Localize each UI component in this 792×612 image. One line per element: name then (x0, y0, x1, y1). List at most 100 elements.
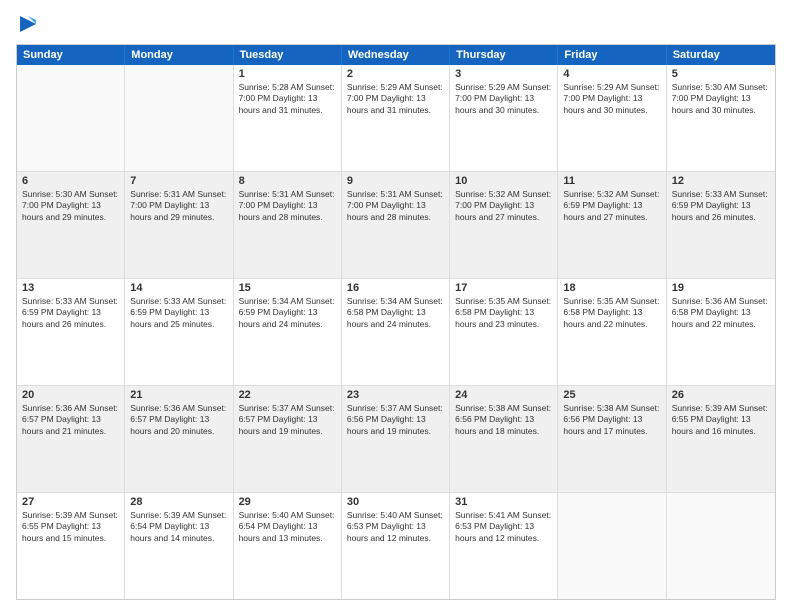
day-info: Sunrise: 5:36 AM Sunset: 6:58 PM Dayligh… (672, 296, 770, 330)
day-number: 25 (563, 389, 660, 401)
day-cell-7: 7 Sunrise: 5:31 AM Sunset: 7:00 PM Daylig… (125, 172, 233, 278)
day-cell-23: 23Sunrise: 5:37 AM Sunset: 6:56 PM Dayli… (342, 386, 450, 492)
day-info: Sunrise: 5:36 AM Sunset: 6:57 PM Dayligh… (130, 403, 227, 437)
day-info: Sunrise: 5:29 AM Sunset: 7:00 PM Dayligh… (563, 82, 660, 116)
day-number: 12 (672, 175, 770, 187)
day-number: 31 (455, 496, 552, 508)
day-info: Sunrise: 5:32 AM Sunset: 7:00 PM Dayligh… (455, 189, 552, 223)
day-info: Sunrise: 5:37 AM Sunset: 6:56 PM Dayligh… (347, 403, 444, 437)
day-info: Sunrise: 5:39 AM Sunset: 6:54 PM Dayligh… (130, 510, 227, 544)
header-day-sunday: Sunday (17, 45, 125, 65)
day-info: Sunrise: 5:31 AM Sunset: 7:00 PM Dayligh… (130, 189, 227, 223)
header-day-thursday: Thursday (450, 45, 558, 65)
day-number: 14 (130, 282, 227, 294)
day-info: Sunrise: 5:33 AM Sunset: 6:59 PM Dayligh… (130, 296, 227, 330)
day-info: Sunrise: 5:31 AM Sunset: 7:00 PM Dayligh… (239, 189, 336, 223)
day-info: Sunrise: 5:35 AM Sunset: 6:58 PM Dayligh… (455, 296, 552, 330)
day-cell-21: 21 Sunrise: 5:36 AM Sunset: 6:57 PM Dayli… (125, 386, 233, 492)
day-number: 3 (455, 68, 552, 80)
day-info: Sunrise: 5:35 AM Sunset: 6:58 PM Dayligh… (563, 296, 660, 330)
logo (16, 12, 38, 36)
day-info: Sunrise: 5:38 AM Sunset: 6:56 PM Dayligh… (563, 403, 660, 437)
day-number: 13 (22, 282, 119, 294)
day-number: 20 (22, 389, 119, 401)
empty-cell (125, 65, 233, 171)
day-info: Sunrise: 5:34 AM Sunset: 6:58 PM Dayligh… (347, 296, 444, 330)
calendar-row-3: 20 Sunrise: 5:36 AM Sunset: 6:57 PM Dayli… (17, 385, 775, 492)
day-cell-1: 1 Sunrise: 5:28 AM Sunset: 7:00 PM Daylig… (234, 65, 342, 171)
calendar-row-1: 6 Sunrise: 5:30 AM Sunset: 7:00 PM Daylig… (17, 171, 775, 278)
day-number: 21 (130, 389, 227, 401)
day-cell-30: 30 Sunrise: 5:40 AM Sunset: 6:53 PM Dayli… (342, 493, 450, 599)
day-info: Sunrise: 5:38 AM Sunset: 6:56 PM Dayligh… (455, 403, 552, 437)
day-cell-4: 4 Sunrise: 5:29 AM Sunset: 7:00 PM Daylig… (558, 65, 666, 171)
day-info: Sunrise: 5:28 AM Sunset: 7:00 PM Dayligh… (239, 82, 336, 116)
day-number: 17 (455, 282, 552, 294)
day-cell-11: 11 Sunrise: 5:32 AM Sunset: 6:59 PM Dayli… (558, 172, 666, 278)
day-cell-2: 2Sunrise: 5:29 AM Sunset: 7:00 PM Daylig… (342, 65, 450, 171)
day-info: Sunrise: 5:34 AM Sunset: 6:59 PM Dayligh… (239, 296, 336, 330)
day-cell-16: 16 Sunrise: 5:34 AM Sunset: 6:58 PM Dayli… (342, 279, 450, 385)
calendar-row-4: 27Sunrise: 5:39 AM Sunset: 6:55 PM Dayli… (17, 492, 775, 599)
day-cell-25: 25 Sunrise: 5:38 AM Sunset: 6:56 PM Dayli… (558, 386, 666, 492)
day-cell-17: 17 Sunrise: 5:35 AM Sunset: 6:58 PM Dayli… (450, 279, 558, 385)
day-cell-18: 18 Sunrise: 5:35 AM Sunset: 6:58 PM Dayli… (558, 279, 666, 385)
day-number: 19 (672, 282, 770, 294)
header-day-tuesday: Tuesday (234, 45, 342, 65)
day-number: 1 (239, 68, 336, 80)
day-cell-3: 3 Sunrise: 5:29 AM Sunset: 7:00 PM Daylig… (450, 65, 558, 171)
day-number: 2 (347, 68, 444, 80)
day-number: 7 (130, 175, 227, 187)
day-cell-20: 20 Sunrise: 5:36 AM Sunset: 6:57 PM Dayli… (17, 386, 125, 492)
day-number: 22 (239, 389, 336, 401)
calendar-body: 1 Sunrise: 5:28 AM Sunset: 7:00 PM Daylig… (17, 65, 775, 599)
header-day-monday: Monday (125, 45, 233, 65)
day-info: Sunrise: 5:40 AM Sunset: 6:54 PM Dayligh… (239, 510, 336, 544)
day-cell-8: 8 Sunrise: 5:31 AM Sunset: 7:00 PM Daylig… (234, 172, 342, 278)
logo-icon (18, 12, 38, 36)
day-number: 8 (239, 175, 336, 187)
day-number: 9 (347, 175, 444, 187)
empty-cell (667, 493, 775, 599)
day-number: 29 (239, 496, 336, 508)
day-info: Sunrise: 5:33 AM Sunset: 6:59 PM Dayligh… (22, 296, 119, 330)
day-number: 4 (563, 68, 660, 80)
header (16, 12, 776, 36)
day-number: 5 (672, 68, 770, 80)
day-number: 15 (239, 282, 336, 294)
day-cell-27: 27Sunrise: 5:39 AM Sunset: 6:55 PM Dayli… (17, 493, 125, 599)
day-info: Sunrise: 5:32 AM Sunset: 6:59 PM Dayligh… (563, 189, 660, 223)
day-info: Sunrise: 5:36 AM Sunset: 6:57 PM Dayligh… (22, 403, 119, 437)
page: SundayMondayTuesdayWednesdayThursdayFrid… (0, 0, 792, 612)
day-cell-22: 22Sunrise: 5:37 AM Sunset: 6:57 PM Dayli… (234, 386, 342, 492)
day-info: Sunrise: 5:30 AM Sunset: 7:00 PM Dayligh… (22, 189, 119, 223)
day-info: Sunrise: 5:31 AM Sunset: 7:00 PM Dayligh… (347, 189, 444, 223)
day-cell-6: 6 Sunrise: 5:30 AM Sunset: 7:00 PM Daylig… (17, 172, 125, 278)
day-cell-14: 14 Sunrise: 5:33 AM Sunset: 6:59 PM Dayli… (125, 279, 233, 385)
day-info: Sunrise: 5:29 AM Sunset: 7:00 PM Dayligh… (455, 82, 552, 116)
day-number: 30 (347, 496, 444, 508)
day-info: Sunrise: 5:33 AM Sunset: 6:59 PM Dayligh… (672, 189, 770, 223)
day-cell-29: 29 Sunrise: 5:40 AM Sunset: 6:54 PM Dayli… (234, 493, 342, 599)
day-cell-24: 24Sunrise: 5:38 AM Sunset: 6:56 PM Dayli… (450, 386, 558, 492)
day-info: Sunrise: 5:40 AM Sunset: 6:53 PM Dayligh… (347, 510, 444, 544)
day-cell-26: 26Sunrise: 5:39 AM Sunset: 6:55 PM Dayli… (667, 386, 775, 492)
calendar: SundayMondayTuesdayWednesdayThursdayFrid… (16, 44, 776, 600)
header-day-friday: Friday (558, 45, 666, 65)
day-number: 18 (563, 282, 660, 294)
day-number: 6 (22, 175, 119, 187)
day-cell-13: 13 Sunrise: 5:33 AM Sunset: 6:59 PM Dayli… (17, 279, 125, 385)
day-number: 27 (22, 496, 119, 508)
day-cell-12: 12 Sunrise: 5:33 AM Sunset: 6:59 PM Dayli… (667, 172, 775, 278)
day-info: Sunrise: 5:39 AM Sunset: 6:55 PM Dayligh… (672, 403, 770, 437)
day-cell-15: 15 Sunrise: 5:34 AM Sunset: 6:59 PM Dayli… (234, 279, 342, 385)
calendar-row-0: 1 Sunrise: 5:28 AM Sunset: 7:00 PM Daylig… (17, 65, 775, 171)
header-day-wednesday: Wednesday (342, 45, 450, 65)
day-cell-19: 19 Sunrise: 5:36 AM Sunset: 6:58 PM Dayli… (667, 279, 775, 385)
day-number: 11 (563, 175, 660, 187)
day-cell-9: 9 Sunrise: 5:31 AM Sunset: 7:00 PM Daylig… (342, 172, 450, 278)
day-cell-5: 5Sunrise: 5:30 AM Sunset: 7:00 PM Daylig… (667, 65, 775, 171)
day-cell-10: 10Sunrise: 5:32 AM Sunset: 7:00 PM Dayli… (450, 172, 558, 278)
day-number: 16 (347, 282, 444, 294)
empty-cell (17, 65, 125, 171)
